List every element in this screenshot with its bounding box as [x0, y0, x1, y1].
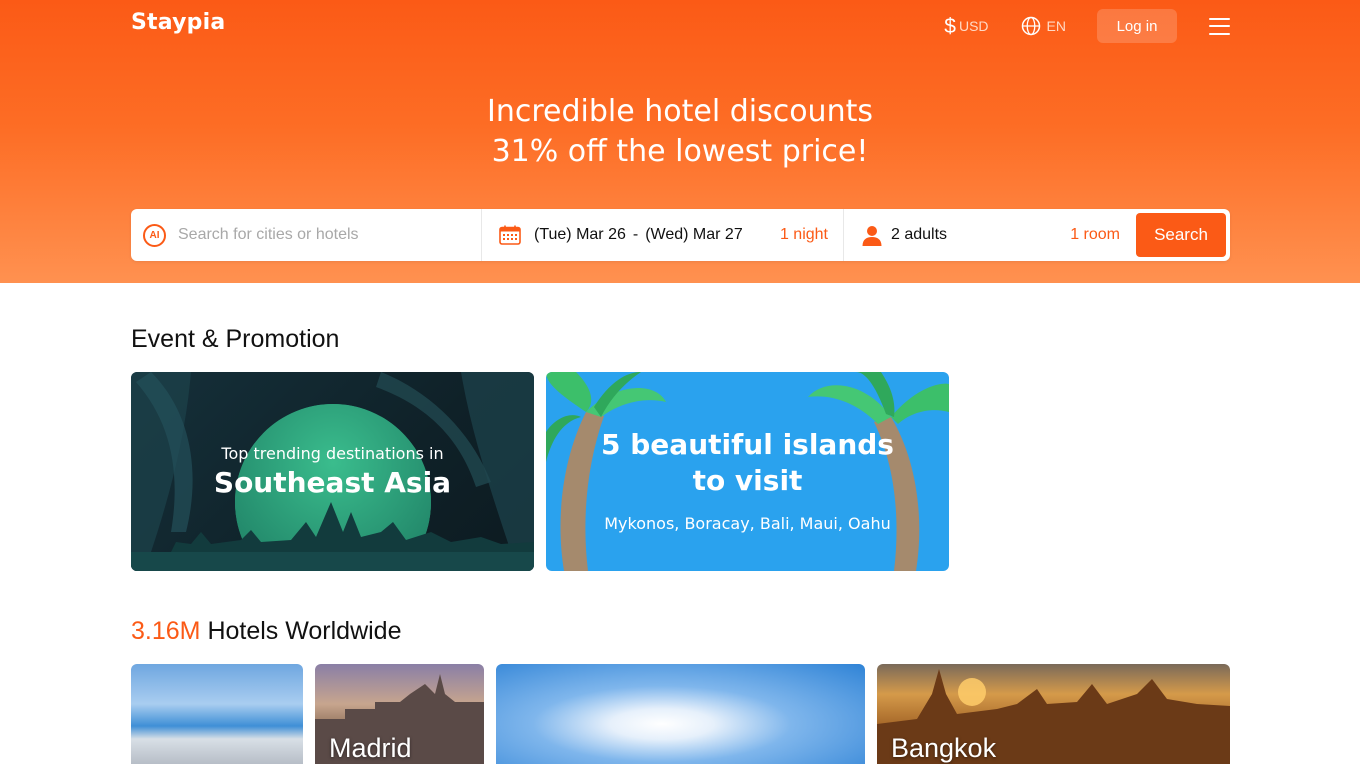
- promo-card-islands[interactable]: 5 beautiful islands to visit Mykonos, Bo…: [546, 372, 949, 571]
- city-card[interactable]: Madrid: [315, 664, 484, 764]
- promo-2-title-line-1: 5 beautiful islands: [601, 428, 894, 461]
- city-label: Bangkok: [891, 733, 997, 763]
- login-button[interactable]: Log in: [1097, 9, 1177, 43]
- destination-field[interactable]: AI: [131, 209, 482, 261]
- top-nav: $ USD EN Log in: [944, 9, 1230, 43]
- nights-count: 1 night: [779, 226, 828, 243]
- currency-label: USD: [958, 18, 989, 34]
- checkout-date: (Wed) Mar 27: [645, 226, 743, 243]
- promo-2-subtitle: Mykonos, Boracay, Bali, Maui, Oahu: [604, 514, 891, 533]
- hotels-count: 3.16M: [131, 617, 201, 645]
- city-card[interactable]: [496, 664, 865, 764]
- person-icon: [862, 225, 882, 246]
- city-card[interactable]: [131, 664, 303, 764]
- destination-input[interactable]: [178, 226, 468, 244]
- currency-selector[interactable]: $ USD: [944, 16, 988, 37]
- ai-search-icon: AI: [143, 223, 166, 247]
- headline-line-1: Incredible hotel discounts: [487, 94, 873, 129]
- hero-headline: Incredible hotel discounts 31% off the l…: [0, 92, 1360, 172]
- promo-2-title-line-2: to visit: [692, 464, 803, 497]
- hotels-title-text: Hotels Worldwide: [207, 617, 402, 645]
- city-label: Madrid: [329, 733, 412, 763]
- promo-1-subtitle: Top trending destinations in: [221, 444, 444, 463]
- logo[interactable]: Staypia: [131, 10, 225, 35]
- promo-1-title: Southeast Asia: [213, 466, 452, 499]
- hamburger-menu-icon[interactable]: [1209, 17, 1230, 35]
- city-card[interactable]: Bangkok: [877, 664, 1230, 764]
- promotions-title: Event & Promotion: [131, 325, 340, 353]
- calendar-icon: [499, 225, 521, 245]
- language-label: EN: [1046, 18, 1066, 34]
- language-selector[interactable]: EN: [1021, 16, 1066, 36]
- search-button[interactable]: Search: [1136, 213, 1226, 257]
- guests-count: 2 adults: [891, 226, 948, 243]
- date-picker[interactable]: (Tue) Mar 26 - (Wed) Mar 27 1 night: [482, 209, 844, 261]
- guests-selector[interactable]: 2 adults 1 room: [844, 209, 1136, 261]
- headline-line-2: 31% off the lowest price!: [491, 134, 869, 169]
- promo-card-southeast-asia[interactable]: Top trending destinations in Southeast A…: [131, 372, 534, 571]
- hero-banner: Staypia $ USD EN Log in Incredible hotel…: [0, 0, 1360, 283]
- date-separator: -: [632, 226, 639, 243]
- globe-icon: [1021, 16, 1040, 36]
- rooms-count: 1 room: [1070, 226, 1120, 243]
- checkin-date: (Tue) Mar 26: [534, 226, 626, 243]
- hotels-title: 3.16M Hotels Worldwide: [131, 617, 402, 646]
- dollar-icon: $: [944, 14, 956, 38]
- search-bar: AI (Tue) Mar 26 - (Wed) Mar 27 1 night: [131, 209, 1230, 261]
